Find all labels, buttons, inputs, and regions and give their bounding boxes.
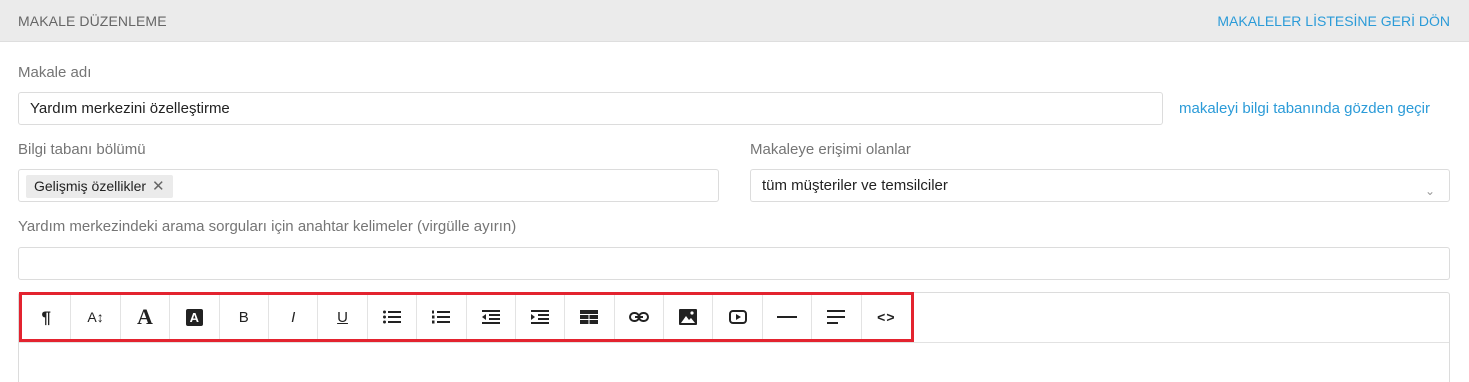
- background-color-icon: A: [185, 308, 203, 326]
- underline-button[interactable]: U: [318, 295, 368, 339]
- bold-button[interactable]: B: [220, 295, 269, 339]
- code-view-button[interactable]: <>: [862, 295, 911, 339]
- access-select[interactable]: tüm müşteriler ve temsilciler ⌄: [750, 169, 1450, 202]
- tag-remove-icon[interactable]: ✕: [152, 175, 165, 198]
- video-button[interactable]: [713, 295, 763, 339]
- kb-section-tag-label: Gelişmiş özellikler: [34, 178, 147, 194]
- video-icon: [728, 310, 747, 324]
- image-icon: [679, 309, 698, 325]
- paragraph-icon: ¶: [41, 307, 51, 327]
- access-label: Makaleye erişimi olanlar: [750, 141, 911, 158]
- horizontal-rule-icon: [777, 316, 798, 318]
- kb-section-tag-input[interactable]: Gelişmiş özellikler ✕: [18, 169, 719, 202]
- numbered-list-icon: [432, 310, 451, 324]
- page-title: MAKALE DÜZENLEME: [18, 13, 167, 29]
- outdent-icon: [481, 310, 500, 324]
- code-view-icon: <>: [877, 309, 896, 325]
- editor-toolbar-divider: [19, 342, 1449, 343]
- table-button[interactable]: [565, 295, 615, 339]
- access-selected-value: tüm müşteriler ve temsilciler: [762, 177, 948, 194]
- keywords-label: Yardım merkezindeki arama sorguları için…: [18, 218, 517, 235]
- link-button[interactable]: [615, 295, 665, 339]
- bulleted-list-button[interactable]: [368, 295, 418, 339]
- indent-button[interactable]: [516, 295, 566, 339]
- text-color-icon: A: [137, 304, 153, 329]
- outdent-button[interactable]: [467, 295, 516, 339]
- underline-icon: U: [337, 308, 348, 326]
- indent-icon: [531, 310, 550, 324]
- editor-toolbar: ¶ A↕ A A B I U <>: [19, 292, 914, 342]
- article-name-value: Yardım merkezini özelleştirme: [30, 100, 230, 117]
- page-header: MAKALE DÜZENLEME MAKALELER LİSTESİNE GER…: [0, 0, 1469, 42]
- numbered-list-button[interactable]: [417, 295, 467, 339]
- keywords-input[interactable]: [18, 247, 1450, 280]
- background-color-button[interactable]: A: [170, 295, 220, 339]
- horizontal-rule-button[interactable]: [763, 295, 813, 339]
- paragraph-button[interactable]: ¶: [22, 295, 72, 339]
- italic-icon: I: [291, 308, 296, 326]
- link-icon: [628, 312, 649, 322]
- font-size-button[interactable]: A↕: [71, 295, 121, 339]
- text-color-button[interactable]: A: [121, 295, 171, 339]
- article-name-input[interactable]: Yardım merkezini özelleştirme: [18, 92, 1163, 125]
- align-button[interactable]: [812, 295, 862, 339]
- kb-section-tag: Gelişmiş özellikler ✕: [26, 175, 173, 198]
- image-button[interactable]: [664, 295, 714, 339]
- back-to-articles-link[interactable]: MAKALELER LİSTESİNE GERİ DÖN: [1217, 13, 1450, 29]
- table-icon: [580, 310, 599, 324]
- chevron-down-icon: ⌄: [1424, 184, 1435, 198]
- kb-section-label: Bilgi tabanı bölümü: [18, 141, 146, 158]
- italic-button[interactable]: I: [269, 295, 319, 339]
- bold-icon: B: [238, 308, 249, 326]
- font-size-icon: A↕: [87, 309, 104, 325]
- article-name-label: Makale adı: [18, 64, 92, 81]
- align-icon: [827, 310, 846, 324]
- review-in-kb-link[interactable]: makaleyi bilgi tabanında gözden geçir: [1179, 100, 1430, 117]
- bulleted-list-icon: [382, 310, 401, 324]
